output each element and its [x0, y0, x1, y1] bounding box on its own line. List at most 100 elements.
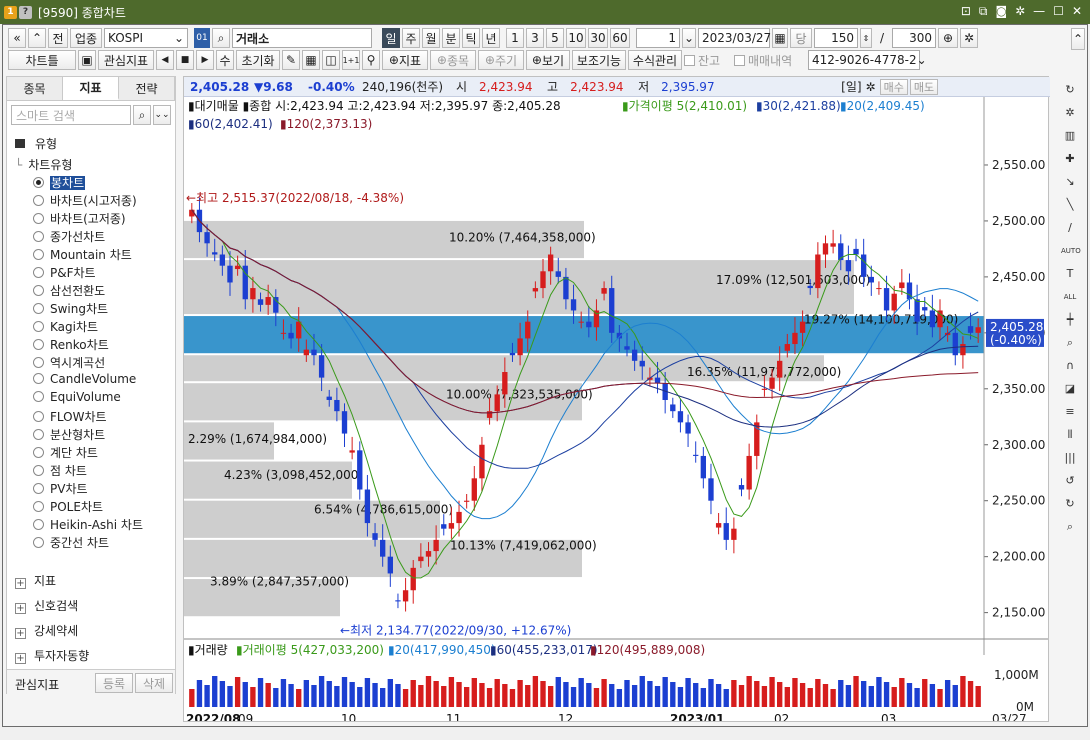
plus-icon[interactable]: + — [15, 628, 26, 639]
chart-type-item[interactable]: 중간선 차트 — [33, 534, 109, 551]
line-icon[interactable]: ∕ — [1061, 218, 1079, 238]
account-select[interactable]: 412-9026-4778-2 ⌄ — [808, 50, 927, 70]
chart-type-group[interactable]: └ 차트유형 — [15, 156, 72, 173]
interval-30[interactable]: 30 — [588, 28, 608, 48]
janko-checkbox[interactable] — [684, 54, 695, 66]
search-icon[interactable]: ⌕ — [1061, 517, 1079, 537]
radio-icon[interactable] — [33, 373, 44, 384]
radio-icon[interactable] — [33, 177, 44, 188]
radio-icon[interactable] — [33, 391, 44, 402]
candle-icon[interactable]: ┿ — [1061, 310, 1079, 330]
radio-icon[interactable] — [33, 321, 44, 332]
chart-tool-button[interactable]: 차트틀 — [8, 50, 76, 70]
count-stepper[interactable]: ⇕ — [860, 28, 872, 48]
price-chart[interactable]: ▮대기매물 ▮종합 시:2,423.94 고:2,423.94 저:2,395.… — [184, 97, 1048, 721]
radio-icon[interactable] — [33, 231, 44, 242]
bars-icon[interactable]: ⦀ — [1061, 425, 1079, 445]
sell-button[interactable]: 매도 — [909, 78, 939, 95]
gear-icon[interactable]: ✲ — [866, 80, 876, 94]
arrow-line-icon[interactable]: ↘ — [1061, 172, 1079, 192]
chart-type-item[interactable]: CandleVolume — [33, 372, 136, 386]
delete-button[interactable]: 삭제 — [135, 673, 173, 693]
interval-10[interactable]: 10 — [566, 28, 586, 48]
play-back-icon[interactable]: ◀ — [156, 50, 174, 70]
stop-icon[interactable]: ■ — [176, 50, 194, 70]
type-folder[interactable]: 유형 — [15, 135, 57, 152]
maximize-icon[interactable]: ☐ — [1053, 4, 1064, 19]
radio-icon[interactable] — [33, 411, 44, 422]
tab-indicator[interactable]: 지표 — [63, 77, 119, 100]
tab-strategy[interactable]: 전략 — [119, 77, 175, 100]
radio-icon[interactable] — [33, 465, 44, 476]
total-input[interactable]: 300 — [892, 28, 936, 48]
chart-type-item[interactable]: PV차트 — [33, 480, 88, 497]
interval-1[interactable]: 1 — [506, 28, 524, 48]
smart-search-input[interactable]: 스마트 검색 — [11, 105, 131, 125]
undo-icon[interactable]: ↺ — [1061, 471, 1079, 491]
minimize-icon[interactable]: — — [1033, 4, 1045, 19]
chart-area[interactable]: 2,405.28 ▼9.68 -0.40% 240,196(천주) 시 2,42… — [183, 76, 1050, 722]
zoom-icon[interactable]: ⌕ — [1061, 333, 1079, 353]
trend-line-icon[interactable]: ╲ — [1061, 195, 1079, 215]
chart-type-item[interactable]: Swing차트 — [33, 300, 108, 317]
jeon-button[interactable]: 전 — [48, 28, 68, 48]
unit-input[interactable]: 1 — [636, 28, 680, 48]
settings-icon[interactable]: ✲ — [1015, 4, 1025, 19]
radio-icon[interactable] — [33, 519, 44, 530]
up-button[interactable]: ⌃ — [28, 28, 46, 48]
close-icon[interactable]: ✕ — [1072, 4, 1082, 19]
save-icon[interactable]: ▣ — [78, 50, 96, 70]
section-3[interactable]: + 투자자동향 — [15, 647, 89, 664]
gear-icon[interactable]: ✲ — [960, 28, 978, 48]
su-button[interactable]: 수 — [216, 50, 234, 70]
date-input[interactable]: 2023/03/27 — [698, 28, 771, 48]
aux-button[interactable]: 보조기능 — [572, 50, 626, 70]
plus-icon[interactable]: + — [15, 603, 26, 614]
symbol-select[interactable]: KOSPI ⌄ — [104, 28, 188, 48]
market-button[interactable]: 업종 — [70, 28, 102, 48]
radio-icon[interactable] — [33, 357, 44, 368]
radio-icon[interactable] — [33, 501, 44, 512]
fib-icon[interactable]: ≡ — [1061, 402, 1079, 422]
interval-3[interactable]: 3 — [526, 28, 544, 48]
auto-icon[interactable]: AUTO — [1061, 241, 1081, 261]
chart-type-item[interactable]: 점 차트 — [33, 462, 87, 479]
crosshair-icon[interactable]: ✚ — [1061, 149, 1079, 169]
gear-icon[interactable]: ✲ — [1061, 103, 1079, 123]
chart-type-item[interactable]: Renko차트 — [33, 336, 109, 353]
chart-type-icon[interactable]: ▥ — [1061, 126, 1079, 146]
count-input[interactable]: 150 — [814, 28, 858, 48]
trade-checkbox[interactable] — [734, 54, 745, 66]
expand-icon[interactable]: ⌄⌄ — [153, 105, 171, 125]
chart-type-item[interactable]: 계단 차트 — [33, 444, 98, 461]
jugi-button[interactable]: ⊕ 주기 — [478, 50, 524, 70]
section-0[interactable]: + 지표 — [15, 572, 56, 589]
radio-icon[interactable] — [33, 339, 44, 350]
bars2-icon[interactable]: ||| — [1061, 448, 1079, 468]
period-day[interactable]: 일 — [382, 28, 400, 48]
section-2[interactable]: + 강세약세 — [15, 622, 78, 639]
link-icon[interactable]: ⊡ — [961, 4, 971, 19]
section-1[interactable]: + 신호검색 — [15, 597, 78, 614]
radio-icon[interactable] — [33, 267, 44, 278]
indicator-button[interactable]: ⊕ 지표 — [382, 50, 428, 70]
tab-stock[interactable]: 종목 — [7, 77, 63, 100]
chart-type-item[interactable]: EquiVolume — [33, 390, 121, 404]
chart-type-item[interactable]: Kagi차트 — [33, 318, 98, 335]
chart-type-item[interactable]: P&F차트 — [33, 264, 96, 281]
tool-icon[interactable]: ⚲ — [362, 50, 380, 70]
chart-type-item[interactable]: POLE차트 — [33, 498, 103, 515]
register-button[interactable]: 등록 — [95, 673, 133, 693]
all-icon[interactable]: ALL — [1061, 287, 1079, 307]
chart-type-item[interactable]: 분산형차트 — [33, 426, 105, 443]
chart-type-item[interactable]: 역시계곡선 — [33, 354, 105, 371]
copy-icon[interactable]: ⧉ — [979, 4, 988, 19]
period-month[interactable]: 월 — [422, 28, 440, 48]
interval-60[interactable]: 60 — [610, 28, 630, 48]
mini-chart-icon[interactable]: ◪ — [1061, 379, 1079, 399]
trade-check[interactable]: 매매내역 — [734, 52, 806, 69]
radio-icon[interactable] — [33, 537, 44, 548]
layout-icon[interactable]: ◫ — [322, 50, 340, 70]
refresh-icon[interactable]: ↻ — [1061, 80, 1079, 100]
chart-type-item[interactable]: 종가선차트 — [33, 228, 105, 245]
